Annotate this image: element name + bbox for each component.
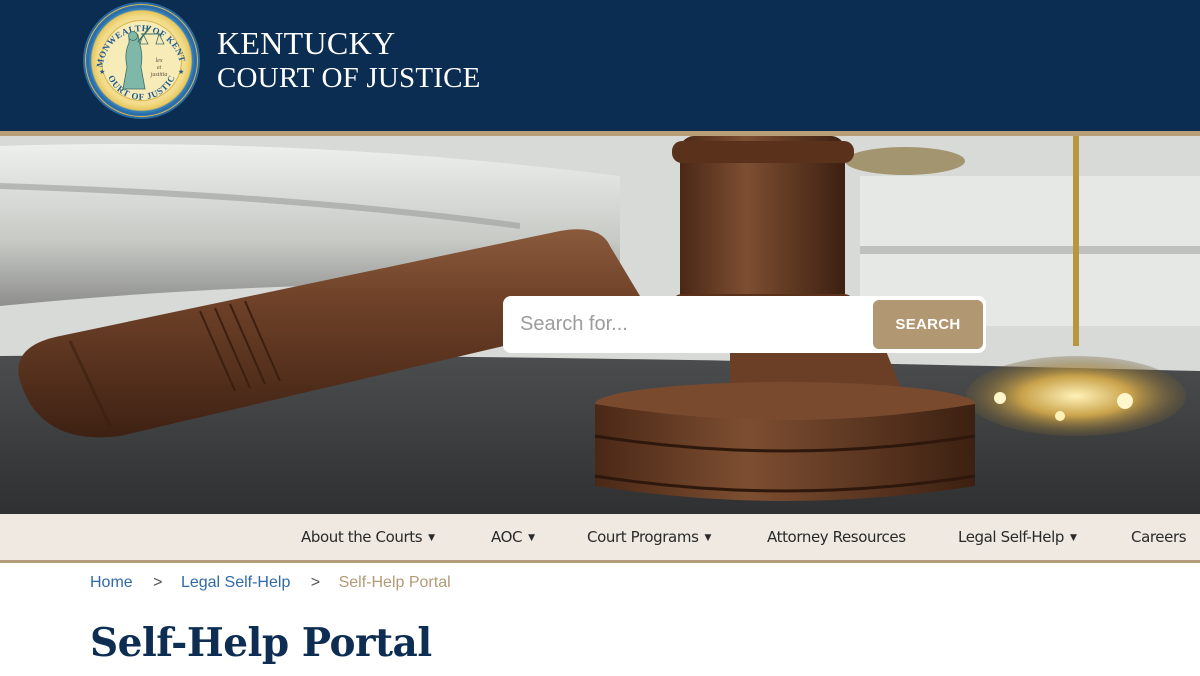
nav-item-label: AOC — [491, 528, 523, 546]
nav-item-about-the-courts[interactable]: About the Courts ▼ — [301, 514, 435, 560]
nav-item-careers[interactable]: Careers — [1131, 514, 1187, 560]
caret-down-icon: ▼ — [528, 533, 535, 543]
nav-item-attorney-resources[interactable]: Attorney Resources — [767, 514, 906, 560]
nav-item-court-programs[interactable]: Court Programs ▼ — [587, 514, 711, 560]
breadcrumb-home[interactable]: Home — [90, 574, 133, 591]
chevron-right-icon: > — [153, 574, 163, 591]
nav-divider — [0, 560, 1200, 563]
svg-text:justitia: justitia — [150, 72, 168, 78]
nav-item-label: Attorney Resources — [767, 528, 906, 546]
search-input[interactable] — [503, 296, 868, 353]
breadcrumb-current: Self-Help Portal — [338, 574, 451, 591]
brand-title-line1: KENTUCKY — [217, 25, 396, 61]
nav-item-aoc[interactable]: AOC ▼ — [491, 514, 535, 560]
nav-item-label: About the Courts — [301, 528, 423, 546]
caret-down-icon: ▼ — [428, 533, 435, 543]
page-title: Self-Help Portal — [90, 620, 432, 666]
seal-graphic: COMMONWEALTH OF KENTUCKY COURT OF JUSTIC… — [85, 4, 197, 116]
svg-text:lex: lex — [156, 58, 163, 64]
chevron-right-icon: > — [310, 574, 321, 591]
nav-item-label: Legal Self-Help — [958, 528, 1064, 546]
nav-item-label: Court Programs — [587, 528, 699, 546]
brand-title-line2: COURT OF JUSTICE — [217, 62, 481, 94]
court-seal-logo[interactable]: COMMONWEALTH OF KENTUCKY COURT OF JUSTIC… — [85, 4, 198, 117]
site-brand[interactable]: KENTUCKY COURT OF JUSTICE — [217, 26, 481, 94]
caret-down-icon: ▼ — [704, 533, 712, 543]
svg-text:et: et — [157, 65, 162, 71]
caret-down-icon: ▼ — [1069, 533, 1077, 543]
site-header: COMMONWEALTH OF KENTUCKY COURT OF JUSTIC… — [0, 0, 1200, 131]
breadcrumb-legal-self-help[interactable]: Legal Self-Help — [181, 574, 290, 591]
svg-text:★: ★ — [99, 68, 105, 76]
nav-item-label: Careers — [1131, 528, 1187, 546]
svg-text:★: ★ — [178, 68, 184, 76]
breadcrumb: Home > Legal Self-Help > Self-Help Porta… — [90, 572, 451, 594]
nav-item-legal-self-help[interactable]: Legal Self-Help ▼ — [958, 514, 1077, 560]
search-button[interactable]: SEARCH — [873, 300, 983, 349]
